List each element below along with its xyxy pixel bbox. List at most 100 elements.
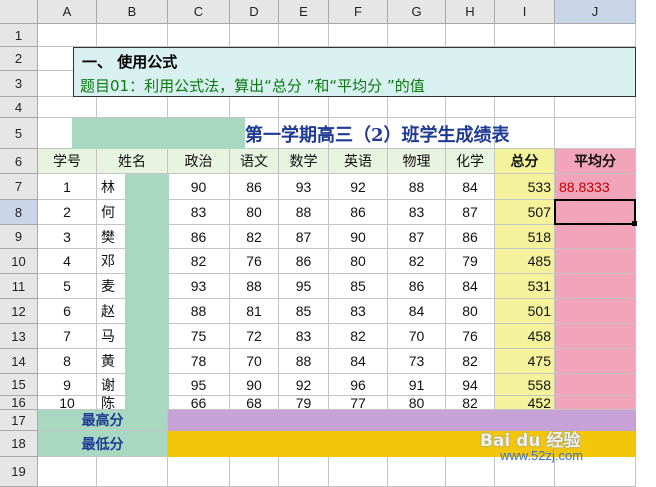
row-header-15[interactable]: 15 — [0, 374, 38, 396]
grid-cell[interactable] — [97, 457, 168, 487]
column-label-9: 总分 — [495, 149, 555, 174]
column-header-h[interactable]: H — [446, 0, 495, 24]
info-heading: 一、 使用公式 — [82, 53, 178, 71]
grid-cell[interactable] — [97, 97, 168, 118]
grid-cell[interactable] — [446, 457, 495, 487]
score-cell: 82 — [168, 249, 230, 274]
row-header-14[interactable]: 14 — [0, 349, 38, 374]
row-header-3[interactable]: 3 — [0, 71, 38, 97]
grid-cell[interactable] — [230, 97, 279, 118]
grid-cell[interactable] — [388, 457, 446, 487]
average-cell[interactable] — [555, 225, 636, 249]
grid-cell[interactable] — [230, 24, 279, 47]
score-cell: 88 — [230, 274, 279, 299]
grid-cell[interactable] — [168, 97, 230, 118]
column-header-e[interactable]: E — [279, 0, 329, 24]
score-cell: 83 — [388, 200, 446, 225]
score-cell: 68 — [230, 396, 279, 410]
row-header-2[interactable]: 2 — [0, 47, 38, 71]
average-cell[interactable] — [555, 299, 636, 324]
grid-cell[interactable] — [38, 97, 97, 118]
student-id: 10 — [38, 396, 97, 410]
average-cell[interactable] — [555, 374, 636, 396]
column-header-g[interactable]: G — [388, 0, 446, 24]
column-header-c[interactable]: C — [168, 0, 230, 24]
grid-cell[interactable] — [279, 457, 329, 487]
grid-cell[interactable] — [279, 97, 329, 118]
max-label: 最高分 — [38, 410, 168, 431]
average-cell[interactable] — [555, 274, 636, 299]
row-header-7[interactable]: 7 — [0, 174, 38, 200]
score-cell: 93 — [168, 274, 230, 299]
student-id: 2 — [38, 200, 97, 225]
grid-cell[interactable] — [329, 24, 388, 47]
name-redaction — [125, 225, 169, 249]
row-header-12[interactable]: 12 — [0, 299, 38, 324]
row-header-4[interactable]: 4 — [0, 97, 38, 118]
min-label: 最低分 — [38, 431, 168, 457]
grid-cell[interactable] — [329, 97, 388, 118]
row-header-8[interactable]: 8 — [0, 200, 38, 225]
grid-cell[interactable] — [168, 457, 230, 487]
row-header-9[interactable]: 9 — [0, 225, 38, 249]
row-header-1[interactable]: 1 — [0, 24, 38, 47]
fill-handle[interactable] — [632, 221, 637, 226]
column-header-i[interactable]: I — [495, 0, 555, 24]
column-label-1: 学号 — [38, 149, 97, 174]
score-cell: 66 — [168, 396, 230, 410]
score-cell: 79 — [279, 396, 329, 410]
row-header-16[interactable]: 16 — [0, 395, 38, 410]
row-header-5[interactable]: 5 — [0, 118, 38, 149]
score-cell: 93 — [279, 174, 329, 200]
grid-cell[interactable] — [97, 24, 168, 47]
score-cell: 80 — [446, 299, 495, 324]
column-header-b[interactable]: B — [97, 0, 168, 24]
score-cell: 92 — [279, 374, 329, 396]
row-header-10[interactable]: 10 — [0, 249, 38, 274]
selected-cell-border[interactable] — [554, 199, 636, 225]
grid-cell[interactable] — [495, 24, 555, 47]
total-cell: 558 — [495, 374, 555, 396]
student-id: 1 — [38, 174, 97, 200]
average-cell[interactable] — [555, 349, 636, 374]
grid-cell[interactable] — [230, 457, 279, 487]
score-cell: 81 — [230, 299, 279, 324]
average-cell[interactable] — [555, 324, 636, 349]
grid-cell[interactable] — [555, 24, 636, 47]
grid-cell[interactable] — [38, 457, 97, 487]
average-cell[interactable] — [555, 249, 636, 274]
grid-cell[interactable] — [446, 24, 495, 47]
grid-cell[interactable] — [388, 24, 446, 47]
column-header-d[interactable]: D — [230, 0, 279, 24]
student-id: 7 — [38, 324, 97, 349]
grid-cell[interactable] — [329, 457, 388, 487]
score-cell: 86 — [168, 225, 230, 249]
row-header-11[interactable]: 11 — [0, 274, 38, 299]
grid-cell[interactable] — [555, 97, 636, 118]
grid-cell[interactable] — [388, 97, 446, 118]
student-id: 9 — [38, 374, 97, 396]
row-header-17[interactable]: 17 — [0, 410, 38, 431]
grid-cell[interactable] — [279, 24, 329, 47]
grid-cell[interactable] — [168, 24, 230, 47]
score-cell: 76 — [230, 249, 279, 274]
average-cell[interactable] — [555, 396, 636, 410]
score-cell: 70 — [388, 324, 446, 349]
grid-cell[interactable] — [38, 24, 97, 47]
score-cell: 80 — [329, 249, 388, 274]
select-all-corner[interactable] — [0, 0, 38, 24]
score-cell: 77 — [329, 396, 388, 410]
grid-cell[interactable] — [446, 97, 495, 118]
row-header-6[interactable]: 6 — [0, 149, 38, 174]
row-header-18[interactable]: 18 — [0, 431, 38, 457]
info-task: 题目01：利用公式法，算出“总分 ”和“平均分 ”的值 — [80, 77, 425, 95]
column-header-a[interactable]: A — [38, 0, 97, 24]
grid-cell[interactable] — [495, 97, 555, 118]
column-header-f[interactable]: F — [329, 0, 388, 24]
column-header-j[interactable]: J — [555, 0, 636, 24]
average-cell[interactable]: 88.8333 — [555, 174, 636, 200]
column-label-5: 数学 — [279, 149, 329, 174]
row-header-19[interactable]: 19 — [0, 457, 38, 487]
score-cell: 83 — [168, 200, 230, 225]
row-header-13[interactable]: 13 — [0, 324, 38, 349]
